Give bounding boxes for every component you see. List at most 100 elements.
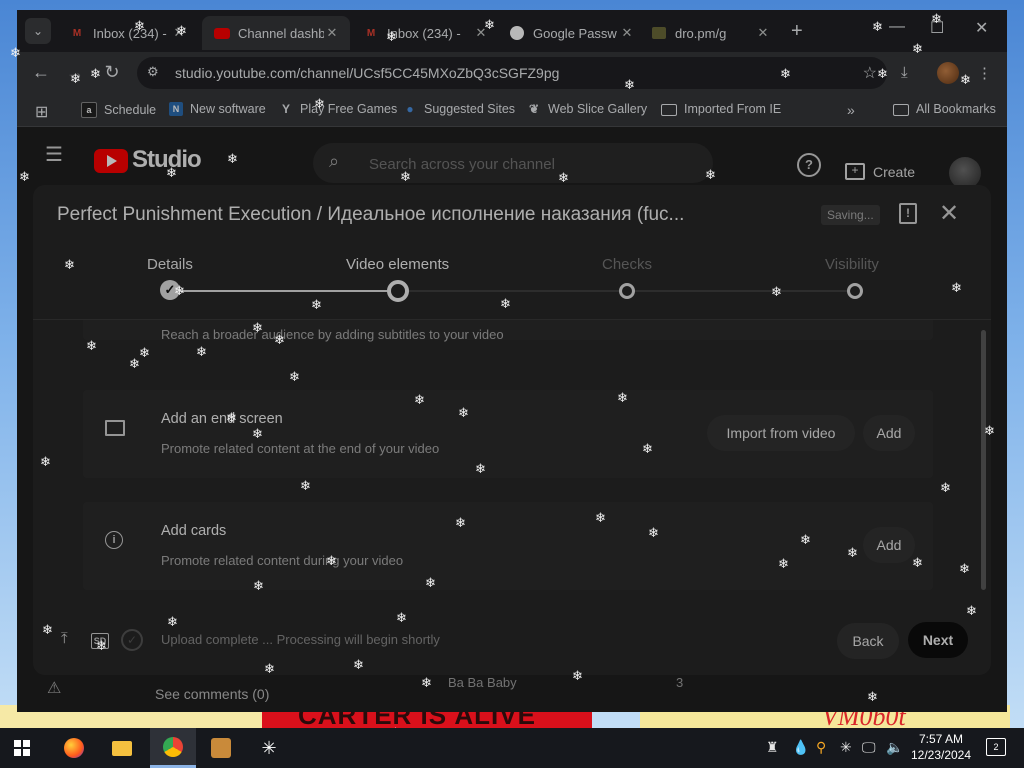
spark-app-icon[interactable]: ✳: [246, 728, 292, 768]
tab-dropm[interactable]: dro.pm/g ✕: [639, 16, 781, 50]
maximize-icon[interactable]: ☐: [930, 18, 944, 38]
content-scrollbar[interactable]: [981, 330, 986, 590]
back-button[interactable]: Back: [837, 623, 899, 659]
add-end-screen-button[interactable]: Add: [863, 415, 915, 451]
next-button[interactable]: Next: [908, 622, 968, 658]
notifications-icon[interactable]: 2: [986, 738, 1006, 756]
tab-title: Channel dashb: [238, 25, 324, 41]
subtitles-card: Reach a broader audience by adding subti…: [83, 320, 933, 342]
help-icon[interactable]: ?: [797, 153, 821, 177]
bookmark-star-icon[interactable]: ☆: [863, 63, 877, 83]
tab-search-button[interactable]: ⌄: [25, 18, 51, 44]
bookmark-label: New software: [190, 102, 266, 116]
close-tab-icon[interactable]: ✕: [324, 25, 340, 41]
tab-title: Inbox (234) -: [387, 25, 461, 41]
tray-app-icon[interactable]: ♜: [766, 739, 779, 756]
system-clock[interactable]: 7:57 AM 12/23/2024: [910, 731, 972, 763]
bookmark-suggested-sites[interactable]: ● Suggested Sites: [403, 102, 515, 116]
reload-icon[interactable]: ↻: [100, 62, 124, 83]
end-screen-subtitle: Promote related content at the end of yo…: [161, 441, 440, 456]
background-video-title: Ba Ba Baby: [448, 675, 517, 690]
bookmark-play-free-games[interactable]: Y Play Free Games: [279, 102, 397, 116]
channel-search[interactable]: ⌕: [313, 143, 713, 183]
tab-title: Inbox (234) -: [93, 25, 167, 41]
bookmarks-overflow-icon[interactable]: »: [847, 102, 855, 118]
site-settings-icon[interactable]: ⚙: [147, 64, 159, 80]
windows-logo-icon: [14, 740, 30, 756]
bookmark-schedule[interactable]: a Schedule: [81, 102, 156, 118]
firefox-icon[interactable]: [51, 728, 97, 768]
info-icon: i: [105, 530, 123, 549]
apps-grid-icon[interactable]: ⊞: [35, 102, 48, 122]
step-visibility[interactable]: Visibility: [825, 256, 879, 273]
minimize-icon[interactable]: —: [889, 18, 905, 36]
youtube-studio-page: ☰ Studio ⌕ ? +Create ⚠ See comments (0) …: [17, 127, 1007, 712]
add-cards-button[interactable]: Add: [863, 527, 915, 563]
tab-google-password[interactable]: Google Passw ✕: [497, 16, 645, 50]
subtitles-subtitle: Reach a broader audience by adding subti…: [161, 327, 504, 342]
create-label: Create: [873, 163, 916, 180]
cards-title: Add cards: [161, 523, 227, 539]
app-icon[interactable]: [198, 728, 244, 768]
step-checks-dot: [619, 283, 635, 299]
see-comments-link[interactable]: See comments (0): [155, 686, 269, 702]
download-icon[interactable]: ⤓: [901, 64, 908, 81]
close-tab-icon[interactable]: ✕: [755, 25, 771, 41]
checks-status-icon: ✓: [121, 629, 143, 651]
tray-spark-icon[interactable]: ✳: [840, 739, 852, 756]
bookmark-new-software[interactable]: N New software: [169, 102, 266, 116]
address-bar[interactable]: ⚙ studio.youtube.com/channel/UCsf5CC45MX…: [137, 57, 887, 89]
google-password-icon: [509, 25, 525, 41]
network-icon[interactable]: 🖵: [862, 739, 876, 756]
report-icon[interactable]: !: [899, 203, 917, 224]
file-explorer-icon[interactable]: [99, 728, 145, 768]
folder-icon: [661, 104, 677, 116]
bookmark-label: Play Free Games: [300, 102, 398, 116]
close-tab-icon[interactable]: ✕: [473, 25, 489, 41]
tray-search-icon[interactable]: ⚲: [816, 739, 826, 756]
forward-arrow-icon[interactable]: →: [63, 62, 87, 83]
tab-inbox-1[interactable]: M Inbox (234) - ✕: [57, 16, 197, 50]
url-text: studio.youtube.com/channel/UCsf5CC45MXoZ…: [175, 65, 560, 81]
close-icon[interactable]: ✕: [939, 199, 959, 228]
bookmark-web-slice-gallery[interactable]: ❦ Web Slice Gallery: [527, 102, 647, 116]
tab-inbox-2[interactable]: M Inbox (234) - ✕: [351, 16, 499, 50]
close-window-icon[interactable]: ✕: [975, 18, 988, 38]
menu-kebab-icon[interactable]: ⋮: [977, 64, 992, 82]
sd-quality-badge: SD: [91, 633, 109, 649]
chrome-icon[interactable]: [150, 728, 196, 768]
step-video-elements[interactable]: Video elements: [346, 256, 449, 273]
hamburger-menu-icon[interactable]: ☰: [45, 145, 65, 165]
dialog-title: Perfect Punishment Execution / Идеальное…: [57, 204, 685, 225]
suggested-sites-icon: ●: [406, 102, 414, 116]
new-tab-button[interactable]: +: [791, 20, 803, 43]
close-tab-icon[interactable]: ✕: [619, 25, 635, 41]
step-checks[interactable]: Checks: [602, 256, 652, 273]
bookmark-label: Imported From IE: [684, 102, 782, 116]
start-button[interactable]: [0, 728, 46, 768]
tab-channel-dashboard[interactable]: Channel dashb ✕: [202, 16, 350, 50]
end-screen-icon: [105, 420, 125, 441]
youtube-icon: [214, 25, 230, 41]
background-video-count: 3: [676, 675, 684, 690]
games-icon: Y: [281, 102, 290, 116]
bookmark-imported-from-ie[interactable]: Imported From IE: [661, 102, 781, 116]
search-input[interactable]: [367, 152, 691, 176]
youtube-logo-icon[interactable]: [94, 149, 128, 173]
gmail-icon: M: [72, 27, 82, 39]
step-details[interactable]: Details: [147, 256, 193, 273]
create-button[interactable]: + Create: [845, 163, 915, 180]
all-bookmarks[interactable]: All Bookmarks: [893, 102, 996, 116]
volume-icon[interactable]: 🔈: [886, 739, 903, 756]
video-elements-list: Reach a broader audience by adding subti…: [33, 320, 991, 600]
profile-avatar[interactable]: [937, 62, 959, 84]
back-arrow-icon[interactable]: ←: [29, 62, 53, 83]
studio-logo-text[interactable]: Studio: [132, 146, 202, 174]
import-from-video-button[interactable]: Import from video: [707, 415, 855, 451]
cards-card: i Add cards Promote related content duri…: [83, 502, 933, 590]
tab-title: dro.pm/g: [675, 25, 727, 41]
feedback-icon[interactable]: ⚠: [47, 678, 61, 698]
bookmark-label: Schedule: [104, 103, 157, 117]
close-tab-icon[interactable]: ✕: [171, 25, 187, 41]
tray-drop-icon[interactable]: 💧: [792, 739, 809, 756]
